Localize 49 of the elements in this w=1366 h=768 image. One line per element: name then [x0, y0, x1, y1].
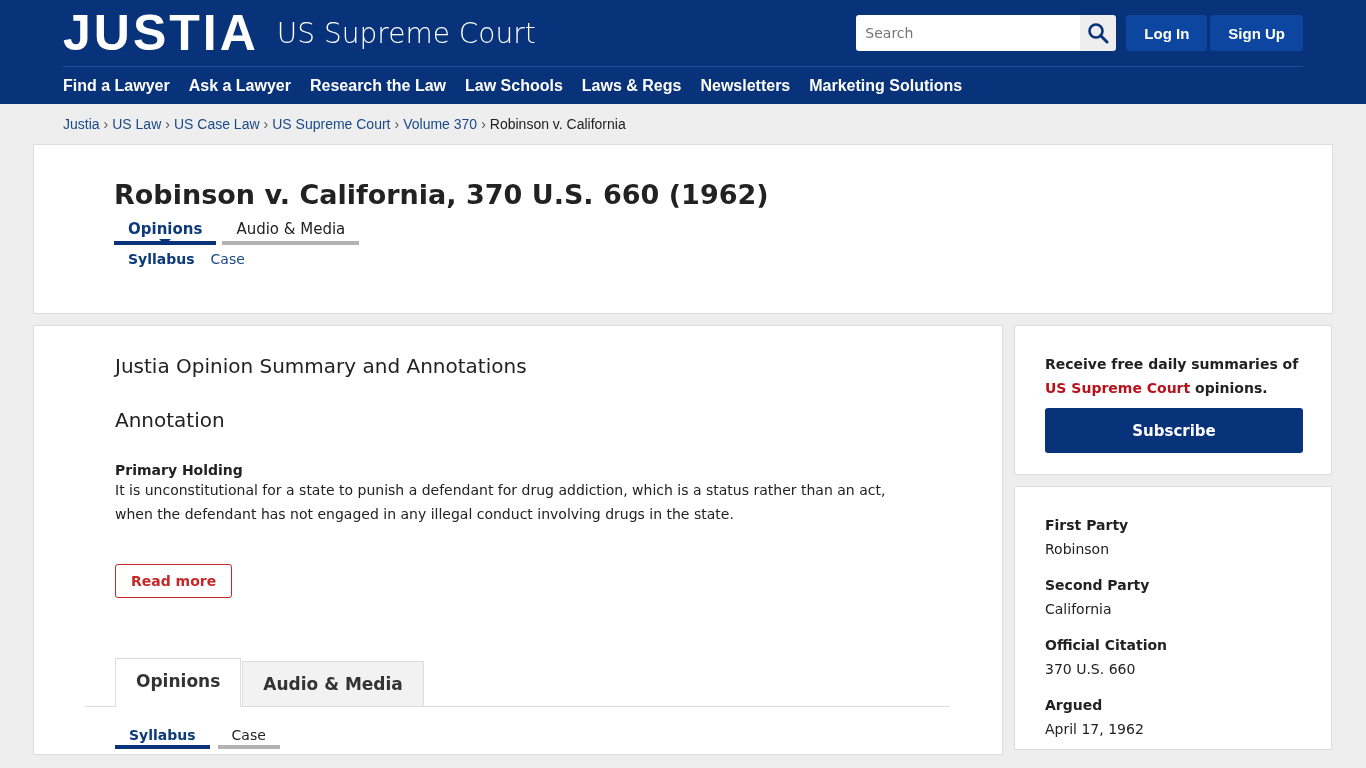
subtab[interactable]: Case	[217, 727, 280, 749]
fact-label: First Party	[1045, 516, 1130, 535]
breadcrumb-link[interactable]: US Law	[112, 116, 162, 132]
breadcrumb-separator: ›	[165, 116, 170, 132]
site-section-title[interactable]: US Supreme Court	[276, 16, 536, 50]
fact-label: Argued	[1045, 696, 1104, 715]
search-button[interactable]	[1080, 15, 1117, 51]
breadcrumb-separator: ›	[481, 116, 486, 132]
case-title: Robinson v. California, 370 U.S. 660 (1962)	[114, 179, 770, 210]
auth-button[interactable]: Sign Up	[1210, 15, 1303, 51]
breadcrumb-separator: ›	[103, 116, 109, 132]
search-field[interactable]: Search	[856, 15, 1081, 51]
fact-label: Second Party	[1045, 576, 1151, 595]
fact-value: California	[1045, 600, 1113, 619]
subtab[interactable]: Syllabus	[128, 251, 195, 267]
subtab[interactable]: Syllabus	[115, 727, 210, 749]
subscribe-prompt: Receive free daily summaries of US Supreme Court opinions.	[1045, 355, 1300, 398]
breadcrumb-link[interactable]: US Supreme Court	[272, 116, 391, 132]
read-more-button[interactable]: Read more	[115, 564, 233, 598]
search-icon	[1087, 22, 1110, 44]
subtab[interactable]: Case	[210, 251, 245, 267]
tab[interactable]: Audio & Media	[222, 220, 360, 245]
tab[interactable]: Opinions	[115, 658, 242, 707]
nav-link[interactable]: Ask a Lawyer	[188, 76, 291, 95]
nav-link[interactable]: Newsletters	[700, 76, 791, 95]
nav-link[interactable]: Find a Lawyer	[63, 76, 170, 95]
section-heading: Justia Opinion Summary and Annotations	[115, 354, 528, 378]
breadcrumb-link[interactable]: Volume 370	[403, 116, 478, 132]
breadcrumb-current: Robinson v. California	[489, 116, 626, 132]
nav-link[interactable]: Laws & Regs	[581, 76, 682, 95]
breadcrumb-separator: ›	[394, 116, 400, 132]
fact-value: 370 U.S. 660	[1045, 660, 1137, 679]
section-subheading: Annotation	[115, 408, 226, 432]
nav-link[interactable]: Marketing Solutions	[809, 76, 963, 95]
holding-text: It is unconstitutional for a state to punish a defendant for drug addiction, which is a status rather than an act, when the defendant has not engaged in any illegal conduct involving drugs in the state.	[115, 481, 887, 524]
fact-value: April 17, 1962	[1045, 720, 1145, 739]
holding-label: Primary Holding	[115, 462, 244, 478]
breadcrumb-separator: ›	[263, 116, 269, 132]
fact-value: Robinson	[1045, 540, 1111, 559]
subscribe-button[interactable]: Subscribe	[1045, 408, 1303, 453]
auth-button[interactable]: Log In	[1126, 15, 1208, 51]
logo[interactable]: JUSTIA	[63, 4, 259, 62]
fact-label: Official Citation	[1045, 636, 1169, 655]
breadcrumb-link[interactable]: Justia	[63, 116, 100, 132]
nav-link[interactable]: Research the Law	[310, 76, 447, 95]
breadcrumb-link[interactable]: US Case Law	[173, 116, 260, 132]
tab[interactable]: Audio & Media	[242, 661, 424, 706]
court-link[interactable]: US Supreme Court	[1045, 380, 1191, 396]
nav-link[interactable]: Law Schools	[465, 76, 563, 95]
